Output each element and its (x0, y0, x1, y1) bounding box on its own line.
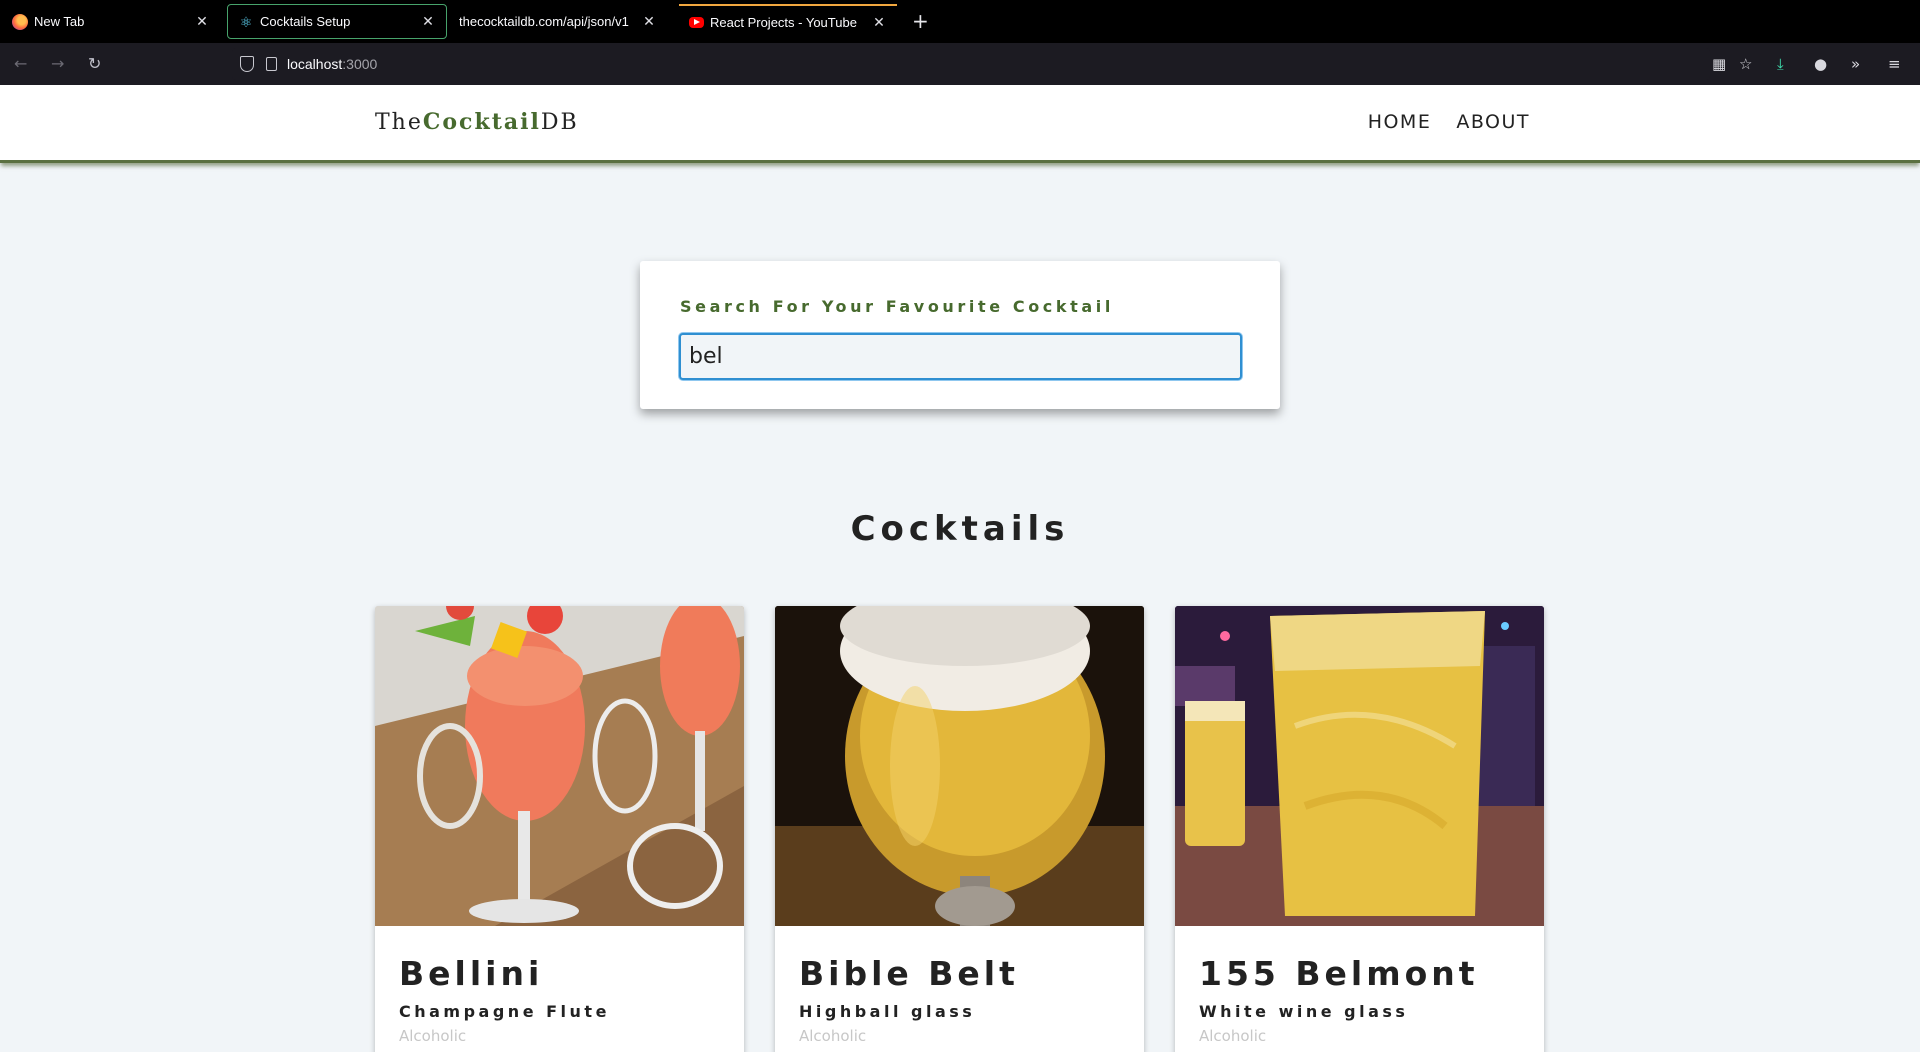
cocktail-card[interactable]: Bellini Champagne Flute Alcoholic (375, 606, 744, 1052)
bible-belt-photo-illustration (775, 606, 1144, 926)
tab-youtube[interactable]: React Projects - YouTube ✕ (679, 4, 897, 39)
search-input[interactable] (679, 333, 1242, 380)
cocktail-glass: Champagne Flute (399, 1002, 610, 1021)
firefox-icon (12, 13, 28, 30)
tab-new-tab[interactable]: New Tab ✕ (2, 4, 220, 39)
extension-icon[interactable]: ● (1814, 54, 1827, 74)
card-footer: Bellini Champagne Flute Alcoholic (375, 926, 744, 1052)
logo-suffix: DB (540, 110, 579, 135)
cocktail-image (375, 606, 744, 926)
react-icon: ⚛ (239, 13, 253, 30)
close-icon[interactable]: ✕ (420, 13, 436, 30)
page-content: TheCocktailDB Home About Search For Your… (0, 85, 1920, 1052)
browser-nav-bar: ← → ↻ localhost:3000 ▦ ☆ ⤓ ● » ≡ (0, 43, 1920, 85)
tab-cocktaildb-api[interactable]: thecocktaildb.com/api/json/v1 ✕ (449, 4, 667, 39)
download-icon[interactable]: ⤓ (1777, 54, 1784, 74)
cocktail-card[interactable]: Bible Belt Highball glass Alcoholic (775, 606, 1144, 1052)
qr-code-icon[interactable]: ▦ (1712, 54, 1726, 74)
bookmark-star-icon[interactable]: ☆ (1739, 54, 1752, 74)
cocktail-name: Bellini (399, 954, 544, 993)
forward-arrow-icon[interactable]: → (51, 54, 64, 74)
url-port: :3000 (342, 56, 378, 72)
tab-cocktails-setup[interactable]: ⚛ Cocktails Setup ✕ (227, 4, 447, 39)
site-nav-links: Home About (1368, 111, 1530, 133)
cocktail-image (775, 606, 1144, 926)
belmont-photo-illustration (1175, 606, 1544, 926)
cocktail-type: Alcoholic (399, 1027, 467, 1045)
logo-prefix: The (375, 110, 423, 135)
card-footer: 155 Belmont White wine glass Alcoholic (1175, 926, 1544, 1052)
nav-link-about[interactable]: About (1456, 111, 1530, 133)
nav-link-home[interactable]: Home (1368, 111, 1432, 133)
cocktail-name: 155 Belmont (1199, 954, 1479, 993)
bellini-photo-illustration (375, 606, 744, 926)
cocktail-card[interactable]: 155 Belmont White wine glass Alcoholic (1175, 606, 1544, 1052)
tab-title: thecocktaildb.com/api/json/v1 (459, 14, 629, 29)
close-icon[interactable]: ✕ (871, 14, 887, 31)
cocktail-glass: White wine glass (1199, 1002, 1409, 1021)
new-tab-plus-icon[interactable]: + (912, 10, 929, 32)
reload-icon[interactable]: ↻ (88, 54, 101, 74)
search-form: Search For Your Favourite Cocktail (640, 261, 1280, 409)
cocktail-type: Alcoholic (799, 1027, 867, 1045)
tab-title: New Tab (34, 14, 85, 29)
browser-tab-bar: New Tab ✕ ⚛ Cocktails Setup ✕ thecocktai… (0, 0, 1920, 43)
section-title: Cocktails (850, 509, 1070, 549)
close-icon[interactable]: ✕ (641, 13, 657, 30)
search-label: Search For Your Favourite Cocktail (680, 297, 1114, 316)
url-host: localhost (287, 56, 343, 72)
overflow-chevrons-icon[interactable]: » (1851, 54, 1860, 74)
cocktail-name: Bible Belt (799, 954, 1019, 993)
youtube-icon (689, 17, 704, 28)
site-navbar: TheCocktailDB Home About (0, 85, 1920, 163)
hamburger-menu-icon[interactable]: ≡ (1888, 54, 1901, 74)
cocktail-type: Alcoholic (1199, 1027, 1267, 1045)
url-bar[interactable]: localhost:3000 (232, 48, 1710, 80)
cocktail-list: Bellini Champagne Flute Alcoholic Bible … (375, 606, 1545, 1052)
logo-accent: Cocktail (422, 109, 541, 135)
back-arrow-icon[interactable]: ← (14, 54, 27, 74)
card-footer: Bible Belt Highball glass Alcoholic (775, 926, 1144, 1052)
site-logo[interactable]: TheCocktailDB (375, 109, 579, 135)
close-icon[interactable]: ✕ (194, 13, 210, 30)
tab-title: React Projects - YouTube (710, 15, 857, 30)
cocktail-glass: Highball glass (799, 1002, 976, 1021)
tracking-shield-icon[interactable] (240, 56, 254, 72)
tab-title: Cocktails Setup (260, 14, 351, 29)
page-info-icon[interactable] (266, 57, 277, 71)
cocktail-image (1175, 606, 1544, 926)
